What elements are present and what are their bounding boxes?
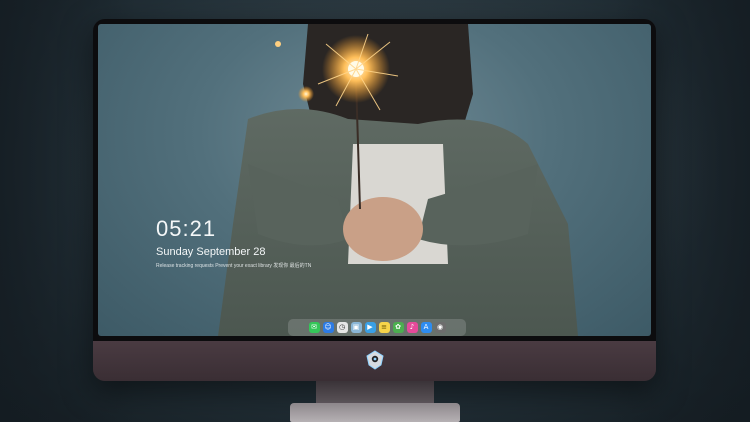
monitor-stand-base [290, 403, 460, 422]
finder-icon[interactable]: ☺ [322, 322, 334, 333]
camera-icon[interactable]: ◉ [434, 322, 446, 333]
monitor-chin [93, 341, 656, 381]
clapper-icon[interactable]: ▶ [364, 322, 376, 333]
brand-logo-icon [366, 350, 384, 370]
app-store-icon[interactable]: A [420, 322, 432, 333]
monitor: 05:21 Sunday September 28 Release tracki… [93, 19, 656, 381]
monitor-bezel: 05:21 Sunday September 28 Release tracki… [93, 19, 656, 341]
photos-icon[interactable]: ✿ [392, 322, 404, 333]
wallpaper [218, 24, 578, 336]
preview-icon[interactable]: ▣ [350, 322, 362, 333]
screen: 05:21 Sunday September 28 Release tracki… [98, 24, 651, 336]
monitor-stand-neck [316, 381, 434, 405]
notes-icon[interactable]: ≡ [378, 322, 390, 333]
lock-time: 05:21 [156, 216, 217, 241]
clock-icon[interactable]: ◷ [336, 322, 348, 333]
lock-screen-clock: 05:21 Sunday September 28 Release tracki… [156, 217, 311, 270]
dock: ✉ ☺ ◷ ▣ ▶ ≡ ✿ ♪ A ◉ [288, 319, 466, 336]
messages-icon[interactable]: ✉ [308, 322, 320, 333]
lock-date: Sunday September 28 [156, 246, 266, 258]
music-icon[interactable]: ♪ [406, 322, 418, 333]
lock-hint-text: Release tracking requests Prevent your e… [156, 263, 312, 269]
